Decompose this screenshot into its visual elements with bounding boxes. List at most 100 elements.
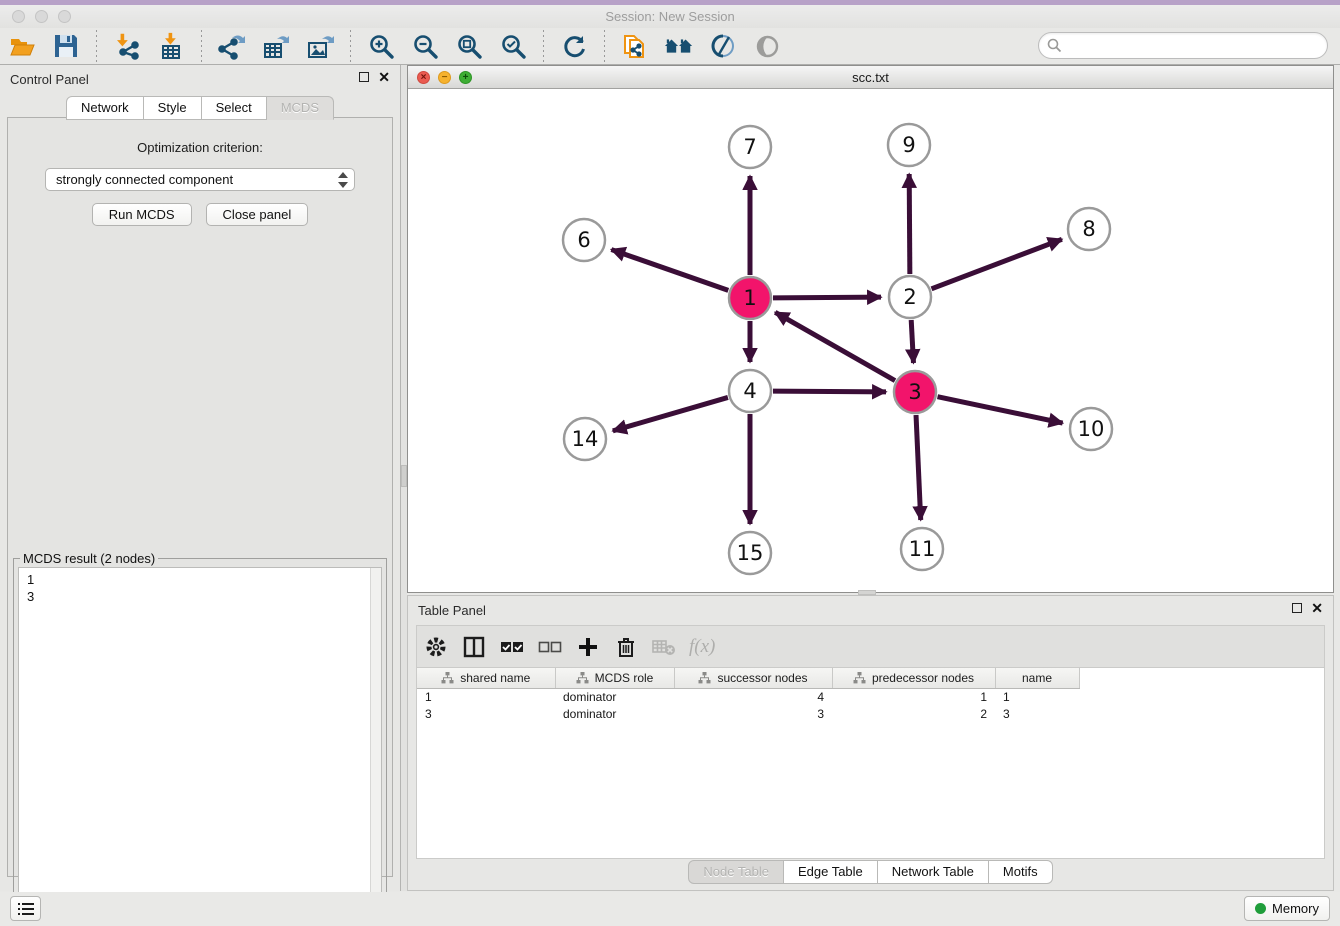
column-type-icon bbox=[441, 672, 454, 684]
optimization-criterion-select[interactable]: strongly connected component bbox=[45, 168, 355, 191]
tab-mcds[interactable]: MCDS bbox=[267, 96, 334, 120]
close-panel-button[interactable]: Close panel bbox=[206, 203, 309, 226]
task-history-button[interactable] bbox=[10, 896, 41, 921]
graph-edge-4-14[interactable] bbox=[613, 397, 728, 430]
toolbar-separator bbox=[543, 30, 544, 62]
zoom-out-icon[interactable] bbox=[410, 31, 440, 61]
tab-network[interactable]: Network bbox=[66, 96, 144, 120]
show-columns-icon[interactable] bbox=[498, 633, 526, 661]
memory-button[interactable]: Memory bbox=[1244, 896, 1330, 921]
graph-node-label: 14 bbox=[572, 427, 599, 451]
close-panel-icon[interactable]: ✕ bbox=[378, 72, 390, 82]
table-cell[interactable]: dominator bbox=[555, 688, 674, 705]
column-browser-icon[interactable] bbox=[460, 633, 488, 661]
delete-column-icon[interactable] bbox=[612, 633, 640, 661]
tab-motifs[interactable]: Motifs bbox=[989, 860, 1053, 884]
graph-node-label: 15 bbox=[737, 541, 764, 565]
apply-layout-icon[interactable] bbox=[559, 31, 589, 61]
toolbar-separator bbox=[201, 30, 202, 62]
graph-edge-3-11[interactable] bbox=[916, 415, 921, 520]
graph-node-label: 11 bbox=[909, 537, 936, 561]
run-mcds-button[interactable]: Run MCDS bbox=[92, 203, 192, 226]
export-table-icon[interactable] bbox=[261, 31, 291, 61]
column-header-name[interactable]: name bbox=[995, 668, 1079, 688]
first-neighbors-icon[interactable] bbox=[664, 31, 694, 61]
graph-node-label: 3 bbox=[908, 380, 921, 404]
graph-edge-2-8[interactable] bbox=[932, 239, 1062, 289]
table-row[interactable]: 3dominator323 bbox=[417, 705, 1079, 722]
column-header-shared-name[interactable]: shared name bbox=[417, 668, 555, 688]
table-cell[interactable]: 1 bbox=[995, 688, 1079, 705]
result-line: 1 bbox=[27, 571, 381, 588]
table-cell[interactable]: 3 bbox=[674, 705, 832, 722]
function-builder-icon: f(x) bbox=[689, 636, 715, 658]
column-type-icon bbox=[698, 672, 711, 684]
table-toolbar: f(x) bbox=[416, 625, 1325, 668]
select-stepper-icon bbox=[338, 172, 348, 188]
table-cell[interactable]: 3 bbox=[417, 705, 555, 722]
node-table[interactable]: shared nameMCDS rolesuccessor nodesprede… bbox=[416, 668, 1325, 859]
import-network-icon[interactable] bbox=[112, 31, 142, 61]
table-cell[interactable]: 4 bbox=[674, 688, 832, 705]
table-cell[interactable]: dominator bbox=[555, 705, 674, 722]
table-panel-tabs: Node TableEdge TableNetwork TableMotifs bbox=[408, 860, 1333, 884]
table-row[interactable]: 1dominator411 bbox=[417, 688, 1079, 705]
network-graph-canvas[interactable]: 7968124314101511 bbox=[408, 89, 1333, 592]
column-type-icon bbox=[576, 672, 589, 684]
search-box bbox=[1038, 32, 1328, 59]
show-hide-icon[interactable] bbox=[752, 31, 782, 61]
graph-node-label: 10 bbox=[1078, 417, 1105, 441]
graph-edge-3-1[interactable] bbox=[775, 312, 895, 380]
export-network-icon[interactable] bbox=[217, 31, 247, 61]
list-icon bbox=[17, 901, 35, 917]
zoom-fit-icon[interactable] bbox=[454, 31, 484, 61]
column-header-predecessor-nodes[interactable]: predecessor nodes bbox=[832, 668, 995, 688]
application-window: Session: New Session bbox=[0, 0, 1340, 926]
table-cell[interactable]: 1 bbox=[417, 688, 555, 705]
result-line: 3 bbox=[27, 588, 381, 605]
mcds-result-box: MCDS result (2 nodes) 13 bbox=[13, 558, 387, 926]
graph-edge-3-10[interactable] bbox=[938, 397, 1063, 423]
graph-edge-1-6[interactable] bbox=[611, 250, 728, 291]
table-settings-icon[interactable] bbox=[422, 633, 450, 661]
open-file-icon[interactable] bbox=[7, 31, 37, 61]
add-column-icon[interactable] bbox=[574, 633, 602, 661]
column-header-MCDS-role[interactable]: MCDS role bbox=[555, 668, 674, 688]
selected-option-label: strongly connected component bbox=[56, 172, 233, 187]
table-cell[interactable]: 3 bbox=[995, 705, 1079, 722]
graph-node-label: 2 bbox=[903, 285, 916, 309]
table-cell[interactable]: 1 bbox=[832, 688, 995, 705]
hide-columns-icon[interactable] bbox=[536, 633, 564, 661]
annotation-icon[interactable] bbox=[708, 31, 738, 61]
result-scrollbar[interactable] bbox=[370, 568, 381, 926]
graph-edge-2-3[interactable] bbox=[911, 320, 913, 363]
control-panel-tabs: NetworkStyleSelectMCDS bbox=[0, 96, 400, 120]
mcds-result-title: MCDS result (2 nodes) bbox=[20, 551, 158, 566]
clone-network-icon[interactable] bbox=[620, 31, 650, 61]
tab-select[interactable]: Select bbox=[202, 96, 267, 120]
tab-style[interactable]: Style bbox=[144, 96, 202, 120]
float-table-panel-icon[interactable] bbox=[1292, 603, 1302, 613]
tab-network-table[interactable]: Network Table bbox=[878, 860, 989, 884]
status-bar: Memory bbox=[0, 892, 1340, 926]
export-image-icon[interactable] bbox=[305, 31, 335, 61]
float-panel-icon[interactable] bbox=[359, 72, 369, 82]
table-cell[interactable]: 2 bbox=[832, 705, 995, 722]
graph-edge-4-3[interactable] bbox=[773, 391, 886, 392]
column-header-successor-nodes[interactable]: successor nodes bbox=[674, 668, 832, 688]
zoom-selected-icon[interactable] bbox=[498, 31, 528, 61]
control-panel-title: Control Panel bbox=[10, 72, 89, 87]
graph-node-label: 6 bbox=[577, 228, 590, 252]
zoom-in-icon[interactable] bbox=[366, 31, 396, 61]
tab-node-table[interactable]: Node Table bbox=[688, 860, 784, 884]
graph-node-label: 9 bbox=[902, 133, 915, 157]
search-input[interactable] bbox=[1067, 36, 1327, 56]
graph-edge-2-9[interactable] bbox=[909, 174, 910, 274]
save-session-icon[interactable] bbox=[51, 31, 81, 61]
close-table-panel-icon[interactable]: ✕ bbox=[1311, 603, 1323, 613]
graph-edge-1-2[interactable] bbox=[773, 297, 881, 298]
import-table-icon[interactable] bbox=[156, 31, 186, 61]
network-window-titlebar[interactable]: × − + scc.txt bbox=[408, 66, 1333, 89]
mcds-result-list[interactable]: 13 bbox=[18, 567, 382, 926]
tab-edge-table[interactable]: Edge Table bbox=[784, 860, 878, 884]
